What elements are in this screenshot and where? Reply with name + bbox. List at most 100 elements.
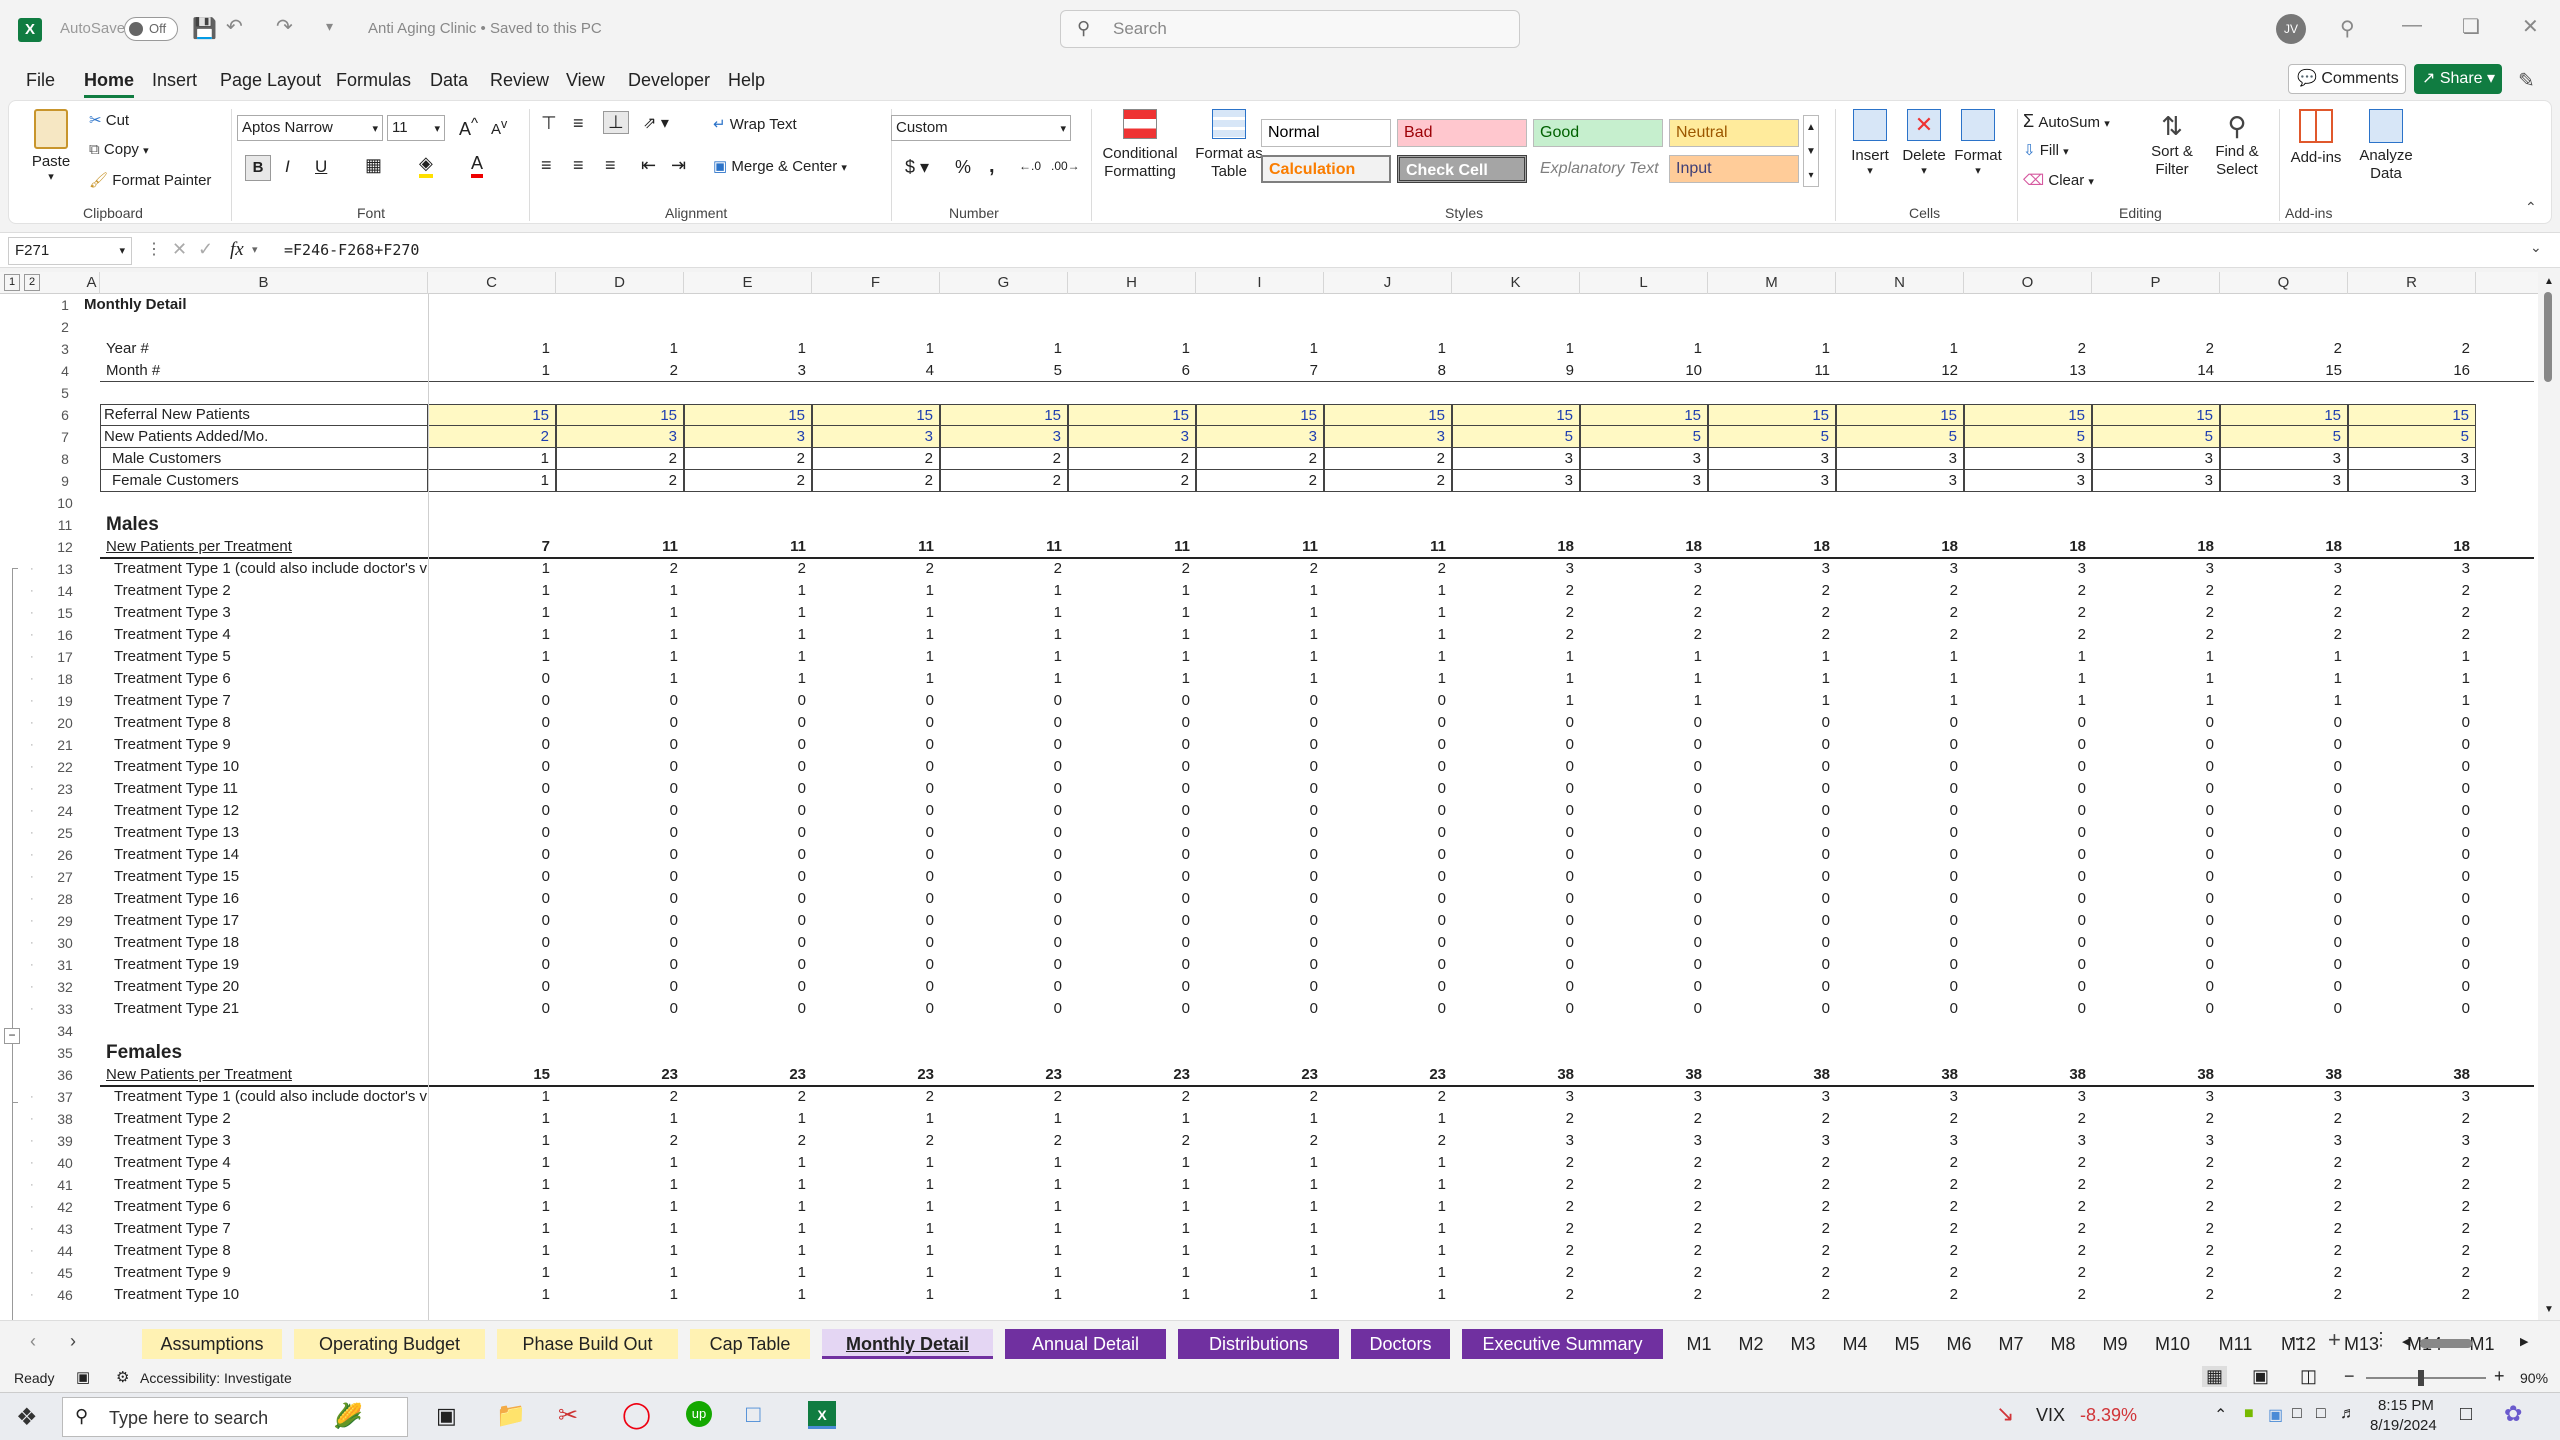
cell[interactable]: 0 — [1324, 690, 1452, 712]
cell[interactable]: 1 — [1068, 1218, 1196, 1240]
cell[interactable]: 2 — [1964, 580, 2092, 602]
cell[interactable]: 1 — [1068, 1152, 1196, 1174]
cell[interactable]: 2 — [2348, 602, 2476, 624]
sheet-tab[interactable]: Cap Table — [690, 1329, 810, 1359]
cell[interactable]: 1 — [1324, 646, 1452, 668]
cell[interactable]: 3 — [1964, 1130, 2092, 1152]
cell[interactable]: 0 — [2092, 822, 2220, 844]
cell[interactable]: 3 — [684, 426, 812, 448]
cell[interactable]: 2 — [684, 1086, 812, 1108]
cell[interactable]: 0 — [2220, 734, 2348, 756]
shrink-font-icon[interactable]: Av — [491, 117, 507, 138]
row-label[interactable]: Treatment Type 12 — [88, 800, 428, 822]
cell[interactable]: 0 — [812, 998, 940, 1020]
cell[interactable]: 0 — [1452, 976, 1580, 998]
row-number[interactable]: 34 — [46, 1020, 84, 1042]
cell[interactable]: 2 — [2348, 1152, 2476, 1174]
cell[interactable]: 1 — [940, 1284, 1068, 1306]
cell[interactable]: 1 — [1068, 646, 1196, 668]
cell[interactable]: 8 — [1324, 360, 1452, 382]
cell[interactable]: 1 — [1580, 690, 1708, 712]
cell[interactable]: 2 — [1964, 1284, 2092, 1306]
cell[interactable]: 1 — [1580, 668, 1708, 690]
cell[interactable]: 3 — [1452, 1130, 1580, 1152]
cell[interactable]: 3 — [1580, 448, 1708, 470]
row-label[interactable]: New Patients per Treatment — [88, 1064, 428, 1086]
cell[interactable]: 1 — [684, 1218, 812, 1240]
cell[interactable]: 1 — [2220, 646, 2348, 668]
cell[interactable]: 0 — [684, 800, 812, 822]
decrease-decimal-icon[interactable]: .00→ — [1051, 159, 1080, 173]
cell[interactable]: 2 — [684, 448, 812, 470]
cell[interactable]: 2 — [1068, 1130, 1196, 1152]
cell[interactable]: 1 — [428, 360, 556, 382]
horizontal-scrollbar[interactable]: ◀ ▶ — [2398, 1335, 2538, 1351]
cell[interactable]: 1 — [684, 1108, 812, 1130]
row-number[interactable]: 42 — [46, 1196, 84, 1218]
row-label[interactable]: Treatment Type 8 — [88, 712, 428, 734]
cell[interactable]: 2 — [1836, 1240, 1964, 1262]
cell[interactable]: 1 — [812, 580, 940, 602]
cell[interactable]: 0 — [2092, 734, 2220, 756]
zoom-slider[interactable] — [2366, 1370, 2486, 1386]
cell[interactable]: 1 — [556, 668, 684, 690]
cell[interactable]: 3 — [1836, 558, 1964, 580]
cell[interactable]: 0 — [1580, 932, 1708, 954]
cell[interactable]: 0 — [684, 822, 812, 844]
cell[interactable]: 2 — [2220, 1196, 2348, 1218]
cell[interactable]: 0 — [1324, 778, 1452, 800]
cell[interactable]: 0 — [556, 998, 684, 1020]
cell[interactable]: 2 — [2220, 1284, 2348, 1306]
cell[interactable]: 0 — [1580, 910, 1708, 932]
cell[interactable]: 0 — [1196, 712, 1324, 734]
cell[interactable]: 1 — [1196, 1262, 1324, 1284]
cell[interactable]: 0 — [428, 712, 556, 734]
cell[interactable]: 0 — [556, 910, 684, 932]
cell[interactable]: 1 — [556, 338, 684, 360]
more-options-icon[interactable]: ⋮ — [146, 239, 162, 259]
row-label[interactable]: Treatment Type 20 — [88, 976, 428, 998]
cell[interactable]: 18 — [1452, 536, 1580, 558]
cell[interactable]: 1 — [1324, 1108, 1452, 1130]
menu-page-layout[interactable]: Page Layout — [220, 70, 321, 91]
cell[interactable]: 0 — [1196, 954, 1324, 976]
column-header-A[interactable]: A — [84, 272, 100, 294]
cell[interactable]: 2 — [940, 1086, 1068, 1108]
cell[interactable]: 2 — [1452, 624, 1580, 646]
sheet-tab[interactable]: M3 — [1779, 1329, 1827, 1359]
cell[interactable]: 0 — [1452, 998, 1580, 1020]
cell[interactable]: 16 — [2348, 360, 2476, 382]
menu-file[interactable]: File — [26, 70, 55, 91]
tab-scroll-left-icon[interactable]: ‹ — [30, 1331, 36, 1352]
cell[interactable]: 3 — [1836, 470, 1964, 492]
cell[interactable]: 1 — [1068, 1240, 1196, 1262]
cell[interactable]: 1 — [2220, 668, 2348, 690]
cell[interactable]: 0 — [940, 778, 1068, 800]
row-label[interactable]: Treatment Type 10 — [88, 756, 428, 778]
cell[interactable]: 1 — [940, 624, 1068, 646]
cell[interactable]: 15 — [684, 404, 812, 426]
cell[interactable]: 0 — [428, 932, 556, 954]
row-label[interactable]: Treatment Type 1 (could also include doc… — [88, 558, 428, 580]
menu-view[interactable]: View — [566, 70, 605, 91]
cell[interactable]: 2 — [1708, 1152, 1836, 1174]
cell[interactable]: 11 — [1068, 536, 1196, 558]
cell[interactable]: 11 — [1708, 360, 1836, 382]
cell[interactable]: 0 — [1708, 866, 1836, 888]
cell[interactable]: 3 — [1708, 448, 1836, 470]
tray-window-icon[interactable]: □ — [2292, 1405, 2302, 1423]
cell[interactable]: 2 — [1196, 470, 1324, 492]
cell[interactable]: 0 — [1324, 976, 1452, 998]
cell[interactable]: 2 — [2092, 1152, 2220, 1174]
cell[interactable]: 0 — [1068, 910, 1196, 932]
cell[interactable]: 1 — [812, 1108, 940, 1130]
scroll-up-icon[interactable]: ▲ — [2544, 276, 2554, 287]
cell[interactable]: 18 — [2092, 536, 2220, 558]
cell[interactable]: 7 — [1196, 360, 1324, 382]
cell[interactable]: 2 — [2348, 1108, 2476, 1130]
cell[interactable]: 2 — [1580, 580, 1708, 602]
horizontal-scroll-thumb[interactable] — [2420, 1339, 2472, 1348]
cell[interactable]: 1 — [1836, 646, 1964, 668]
cell[interactable]: 0 — [684, 976, 812, 998]
cell[interactable]: 1 — [1452, 338, 1580, 360]
